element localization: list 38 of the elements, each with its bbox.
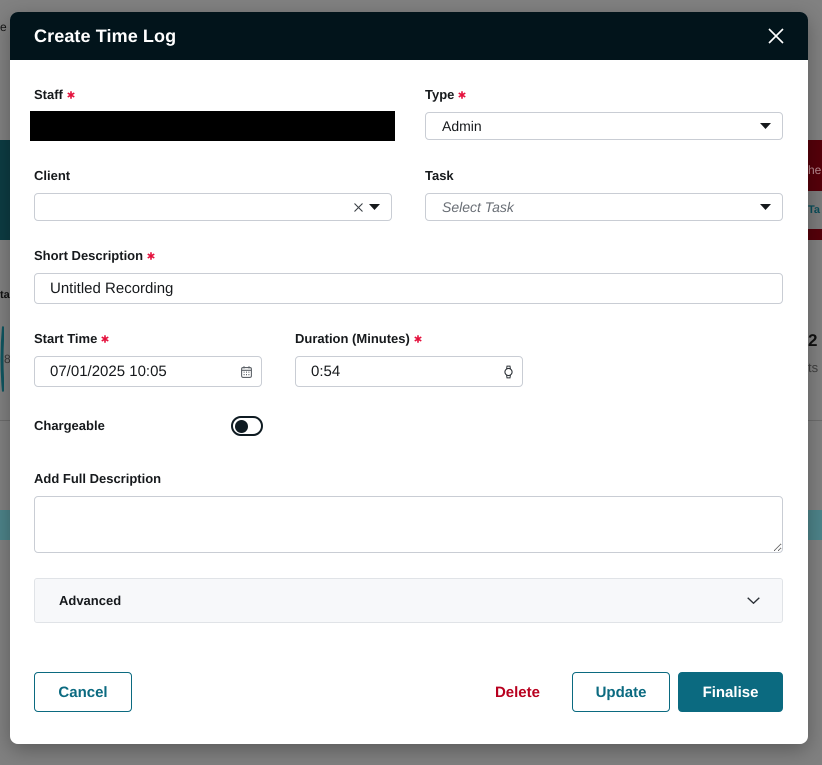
gauge-value: 8 — [4, 352, 11, 366]
clear-icon[interactable] — [354, 202, 363, 212]
primary-button[interactable]: Finalise — [678, 672, 783, 712]
field-label: Client — [34, 167, 70, 185]
field-label: Task — [425, 167, 454, 185]
field-label: Chargeable — [34, 417, 105, 435]
dialog-title: Create Time Log — [34, 26, 176, 46]
select-field[interactable] — [34, 193, 392, 221]
caret-icon — [760, 123, 771, 129]
description-field[interactable] — [34, 496, 783, 553]
field-label: Start Time — [34, 330, 98, 348]
advanced-toggle[interactable]: Advanced — [34, 578, 783, 623]
select-field[interactable]: Admin — [425, 112, 783, 140]
stat-caption: ts — [808, 360, 818, 375]
caret-icon — [760, 204, 771, 210]
close-button[interactable] — [768, 28, 784, 44]
calendar-icon[interactable] — [241, 366, 252, 378]
field-label: Type — [425, 86, 454, 104]
toggle-switch[interactable] — [231, 416, 263, 436]
delete-button[interactable]: Delete — [478, 672, 556, 712]
watch-icon[interactable] — [504, 365, 513, 378]
banner-text: he — [808, 163, 822, 177]
ring-arc-icon — [0, 326, 4, 392]
field-label: Duration (Minutes) — [295, 330, 410, 348]
date-field[interactable]: 07/01/2025 10:05 — [34, 356, 262, 387]
heading-text: ta — [0, 289, 10, 302]
select-field[interactable]: Select Task — [425, 193, 783, 221]
outline-button[interactable]: Cancel — [34, 672, 132, 712]
close-icon — [768, 28, 784, 44]
field-label: Short Description — [34, 247, 144, 265]
caret-icon — [369, 204, 380, 210]
text-field[interactable]: Untitled Recording — [34, 273, 783, 304]
field-label: Staff — [34, 86, 63, 104]
field-label: Add Full Description — [34, 470, 162, 488]
outline-button[interactable]: Update — [572, 672, 670, 712]
nav-text: e — [0, 20, 7, 34]
duration-field[interactable]: 0:54 — [295, 356, 523, 387]
stat-value: 2 — [808, 331, 818, 350]
